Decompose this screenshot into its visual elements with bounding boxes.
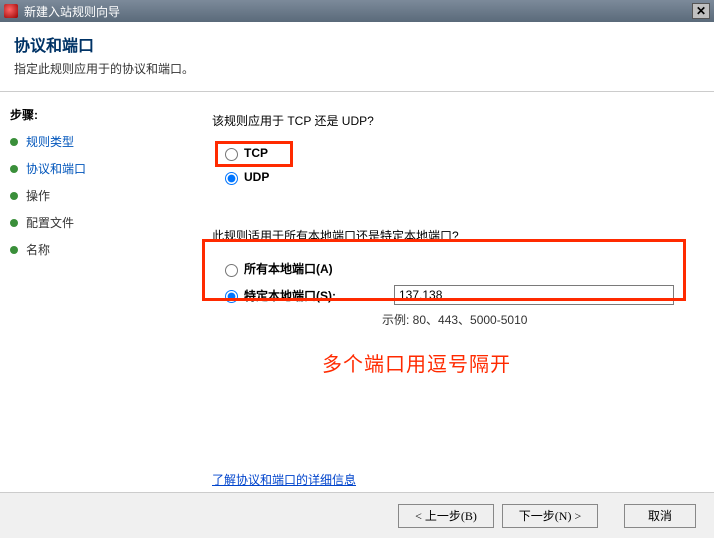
window-title: 新建入站规则向导 xyxy=(24,3,120,20)
port-example: 示例: 80、443、5000-5010 xyxy=(382,311,684,328)
bullet-icon xyxy=(10,219,18,227)
bullet-icon xyxy=(10,246,18,254)
radio-all-ports-input[interactable] xyxy=(225,264,238,277)
annotation-text: 多个端口用逗号隔开 xyxy=(322,348,684,377)
step-name[interactable]: 名称 xyxy=(10,241,172,258)
step-label: 规则类型 xyxy=(26,133,74,150)
footer: < 上一步(B) 下一步(N) > 取消 xyxy=(0,492,714,538)
close-button[interactable]: ✕ xyxy=(692,3,710,19)
radio-specific-ports-input[interactable] xyxy=(225,290,238,303)
port-question: 此规则适用于所有本地端口还是特定本地端口? xyxy=(212,227,684,244)
steps-label: 步骤: xyxy=(10,106,172,123)
step-label: 配置文件 xyxy=(26,214,74,231)
radio-tcp-label: TCP xyxy=(244,146,268,160)
back-button[interactable]: < 上一步(B) xyxy=(398,504,494,528)
radio-all-ports[interactable]: 所有本地端口(A) xyxy=(216,258,684,279)
protocol-question: 该规则应用于 TCP 还是 UDP? xyxy=(212,112,684,129)
step-profile[interactable]: 配置文件 xyxy=(10,214,172,231)
app-icon xyxy=(4,4,18,18)
titlebar: 新建入站规则向导 ✕ xyxy=(0,0,714,22)
radio-udp-label: UDP xyxy=(244,170,269,184)
next-button[interactable]: 下一步(N) > xyxy=(502,504,598,528)
port-radio-group: 所有本地端口(A) 特定本地端口(S): 示例: 80、443、5000-501… xyxy=(216,258,684,328)
header: 协议和端口 指定此规则应用于的协议和端口。 xyxy=(0,22,714,92)
sidebar: 步骤: 规则类型 协议和端口 操作 配置文件 名称 xyxy=(0,92,182,492)
radio-udp-input[interactable] xyxy=(225,172,238,185)
bullet-icon xyxy=(10,138,18,146)
cancel-button[interactable]: 取消 xyxy=(624,504,696,528)
page-subtitle: 指定此规则应用于的协议和端口。 xyxy=(14,60,700,77)
step-rule-type[interactable]: 规则类型 xyxy=(10,133,172,150)
radio-all-ports-label: 所有本地端口(A) xyxy=(244,260,333,277)
step-label: 名称 xyxy=(26,241,50,258)
port-input[interactable] xyxy=(394,285,674,305)
step-label: 协议和端口 xyxy=(26,160,86,177)
learn-more-link[interactable]: 了解协议和端口的详细信息 xyxy=(212,471,356,488)
step-label: 操作 xyxy=(26,187,50,204)
page-title: 协议和端口 xyxy=(14,32,700,56)
radio-specific-ports[interactable]: 特定本地端口(S): xyxy=(216,283,684,307)
radio-tcp[interactable]: TCP xyxy=(216,143,684,163)
step-protocol-port[interactable]: 协议和端口 xyxy=(10,160,172,177)
content-panel: 该规则应用于 TCP 还是 UDP? TCP UDP 此规则适用于所有本地端口还… xyxy=(182,92,714,492)
radio-udp[interactable]: UDP xyxy=(216,167,684,187)
step-action[interactable]: 操作 xyxy=(10,187,172,204)
radio-tcp-input[interactable] xyxy=(225,148,238,161)
bullet-icon xyxy=(10,165,18,173)
bullet-icon xyxy=(10,192,18,200)
specific-ports-label: 特定本地端口(S): xyxy=(244,287,394,304)
protocol-radio-group: TCP UDP xyxy=(216,143,684,187)
